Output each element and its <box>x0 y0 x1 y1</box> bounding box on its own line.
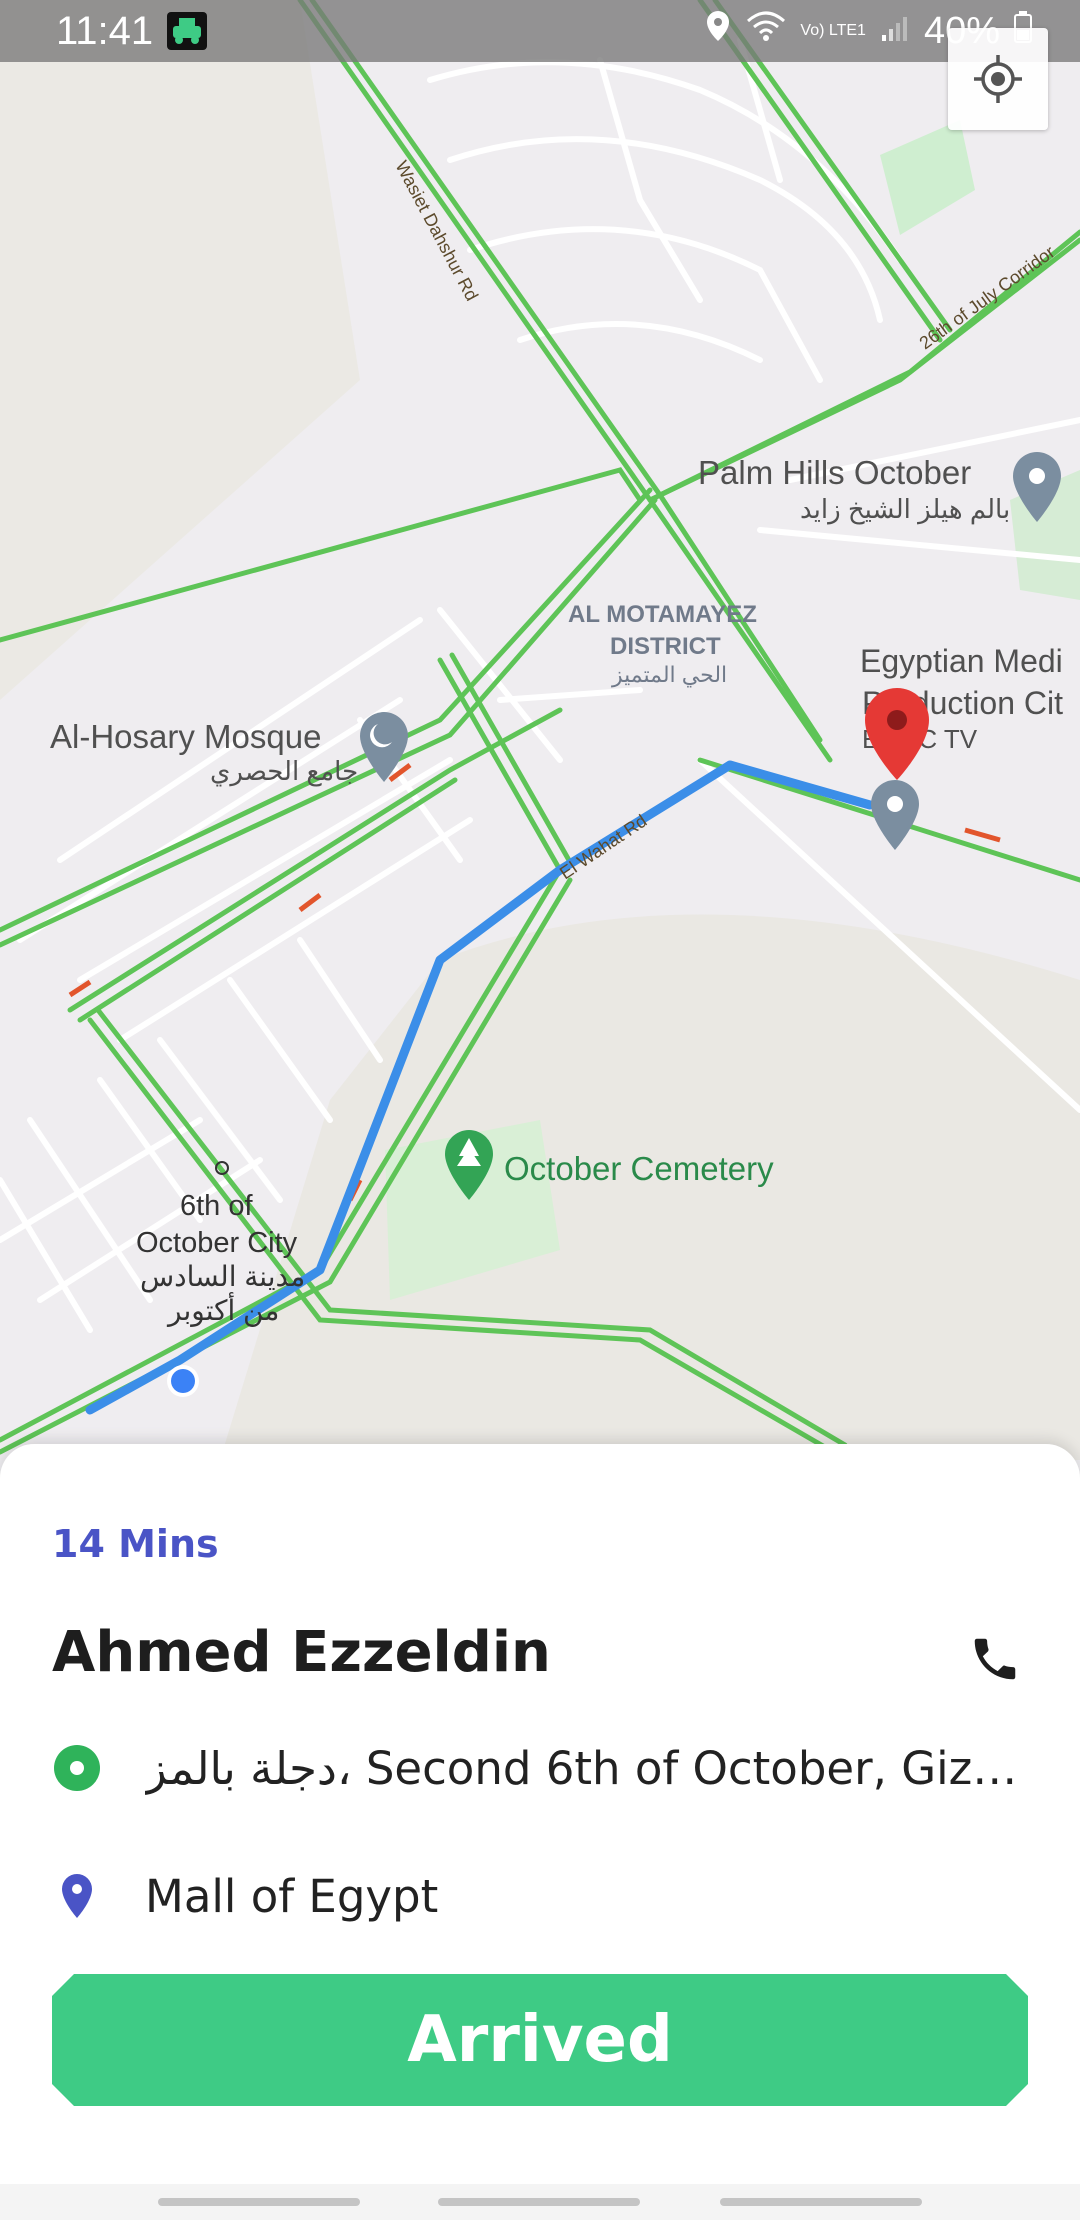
crosshair-icon <box>974 55 1022 103</box>
arrived-button[interactable]: Arrived <box>52 1974 1028 2106</box>
trip-details-card: 14 Mins Ahmed Ezzeldin دجلة بالمز، Secon… <box>0 1444 1080 2184</box>
map-label-district-2: DISTRICT <box>610 633 721 660</box>
dropoff-address: Mall of Egypt <box>145 1869 439 1923</box>
eta-label: 14 Mins <box>52 1522 219 1566</box>
map-label-district-ar: الحي المتميز <box>611 662 727 688</box>
map-label-media-city: Egyptian Medi <box>860 643 1063 679</box>
map-label-mosque-ar: جامع الحصري <box>210 756 358 787</box>
map-label-cemetery: October Cemetery <box>504 1150 774 1187</box>
system-nav-bar <box>0 2184 1080 2220</box>
map-label-palm-hills: Palm Hills October <box>698 454 971 491</box>
nav-back-handle[interactable] <box>720 2198 922 2206</box>
nav-home-handle[interactable] <box>438 2198 640 2206</box>
my-location-button[interactable] <box>948 28 1048 130</box>
map-label-city-2: October City <box>136 1227 298 1259</box>
map-view[interactable]: Wasiet Dahshur Rd 26th of July Corridor … <box>0 0 1080 1460</box>
status-time: 11:41 <box>56 9 154 53</box>
location-status-icon <box>704 9 732 53</box>
phone-icon <box>974 1638 1016 1680</box>
dropoff-row[interactable]: Mall of Egypt <box>52 1868 1032 1924</box>
nav-recents-handle[interactable] <box>158 2198 360 2206</box>
current-location-icon <box>167 1365 199 1397</box>
map-label-palm-hills-ar: بالم هيلز الشيخ زايد <box>800 494 1010 525</box>
wifi-icon <box>746 10 786 53</box>
dropoff-pin-icon <box>52 1868 102 1924</box>
pickup-row[interactable]: دجلة بالمز، Second 6th of October, Giza … <box>52 1740 1032 1796</box>
map-label-mosque: Al-Hosary Mosque <box>50 718 321 755</box>
map-label-city: 6th of <box>180 1190 253 1222</box>
map-label-district: AL MOTAMAYEZ <box>568 601 757 628</box>
taxi-app-notification-icon <box>167 12 207 50</box>
map-label-city-ar: مدينة السادس <box>140 1261 305 1293</box>
rider-name: Ahmed Ezzeldin <box>52 1620 551 1685</box>
call-button[interactable] <box>960 1624 1030 1694</box>
signal-icon <box>880 10 910 53</box>
pickup-dot-icon <box>52 1740 102 1796</box>
pickup-address: دجلة بالمز، Second 6th of October, Giza … <box>145 1741 1025 1795</box>
map-label-city-ar-2: من أكتوبر <box>166 1291 279 1327</box>
status-bar: 11:41 Vo) LTE1 40% <box>0 0 1080 62</box>
network-type-label: Vo) LTE1 <box>800 22 866 39</box>
